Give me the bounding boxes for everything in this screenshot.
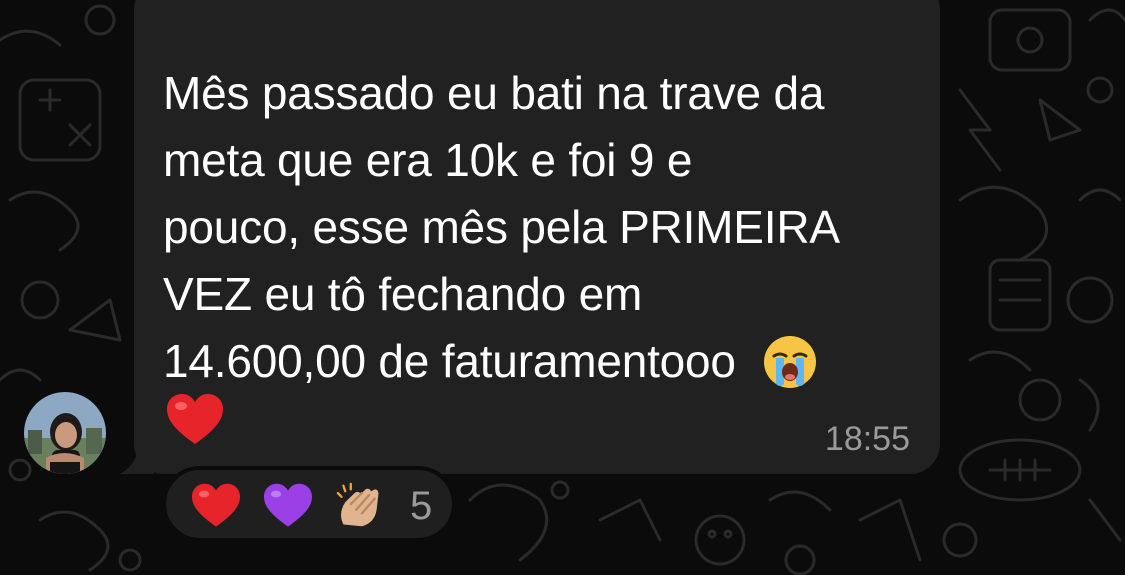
reactions-pill[interactable]: 5	[162, 466, 456, 542]
reaction-count: 5	[410, 484, 433, 528]
message-line: meta que era 10k e foi 9 e	[163, 134, 693, 186]
message-line-last: 14.600,00 de faturamentooo	[163, 328, 923, 395]
message-time: 18:55	[824, 420, 910, 458]
loudly-crying-face-emoji	[764, 335, 817, 388]
message-text: Mês passado eu bati na trave da meta que…	[163, 60, 923, 395]
red-heart-emoji	[192, 483, 240, 527]
clapping-hands-emoji	[336, 482, 379, 527]
avatar[interactable]	[24, 392, 106, 474]
message-line: pouco, esse mês pela PRIMEIRA	[163, 201, 840, 253]
message-line: Mês passado eu bati na trave da	[163, 67, 825, 119]
message-line: VEZ eu tô fechando em	[163, 268, 643, 320]
purple-heart-emoji	[264, 483, 312, 527]
red-heart-emoji	[167, 394, 223, 444]
message-line: 14.600,00 de faturamentooo	[163, 335, 736, 387]
